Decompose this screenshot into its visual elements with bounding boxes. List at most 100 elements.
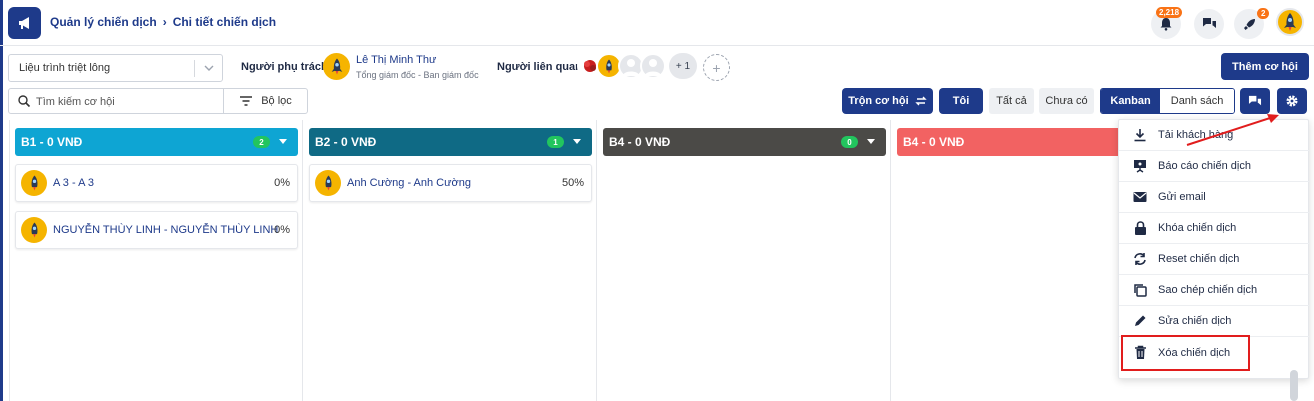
breadcrumb-current: Chi tiết chiến dịch	[172, 15, 277, 29]
annotation-arrow-icon	[1186, 114, 1279, 146]
breadcrumb: Quản lý chiến dịch › Chi tiết chiến dịch	[50, 15, 276, 29]
column-header-b2[interactable]: B2 - 0 VNĐ 1	[309, 128, 592, 156]
unassigned-filter-button[interactable]: Chưa có	[1039, 88, 1094, 114]
column-divider	[302, 120, 303, 401]
rocket-avatar-icon	[1284, 13, 1296, 31]
chat-icon	[1202, 18, 1216, 28]
rocket-badge: 2	[1257, 8, 1270, 19]
menu-item-label: Sao chép chiến dịch	[1158, 284, 1258, 296]
menu-item-reset-campaign[interactable]: Reset chiến dịch	[1119, 244, 1310, 275]
bell-icon	[1160, 18, 1172, 31]
caret-down-icon[interactable]	[279, 139, 287, 145]
column-title: B4 - 0 VNĐ	[903, 135, 965, 149]
menu-item-edit-campaign[interactable]: Sửa chiến dịch	[1119, 306, 1310, 337]
copy-icon	[1134, 284, 1147, 297]
filter-button[interactable]: Bộ lọc	[223, 88, 308, 114]
column-divider	[9, 120, 10, 401]
rocket-icon	[1243, 18, 1255, 30]
column-count-badge: 1	[547, 136, 564, 148]
caret-down-icon[interactable]	[573, 139, 581, 145]
chevron-right-icon: ›	[162, 15, 167, 29]
menu-item-label: Báo cáo chiến dịch	[1158, 160, 1251, 172]
owner-label: Người phụ trách	[241, 61, 328, 73]
opportunity-card[interactable]: A 3 - A 3 0%	[15, 164, 298, 202]
rocket-avatar-icon	[31, 222, 37, 238]
column-header-b4-second[interactable]: B4 - 0 VNĐ	[897, 128, 1118, 156]
filter-label: Bộ lọc	[261, 95, 292, 107]
card-percent: 0%	[274, 224, 290, 236]
gear-icon	[1286, 95, 1298, 107]
search-icon	[18, 95, 31, 108]
card-name[interactable]: A 3 - A 3	[53, 177, 94, 189]
menu-item-campaign-report[interactable]: Báo cáo chiến dịch	[1119, 151, 1310, 182]
rocket-avatar-icon	[325, 175, 331, 191]
reset-icon	[1134, 253, 1146, 265]
user-avatar[interactable]	[1276, 8, 1304, 36]
column-header-b1[interactable]: B1 - 0 VNĐ 2	[15, 128, 298, 156]
related-avatar-4[interactable]	[640, 53, 666, 79]
left-rail	[0, 0, 3, 401]
presentation-icon	[1134, 160, 1146, 173]
card-name[interactable]: Anh Cường - Anh Cường	[347, 177, 471, 189]
person-placeholder-icon	[623, 59, 639, 76]
search-input[interactable]	[36, 93, 216, 110]
menu-item-label: Sửa chiến dịch	[1158, 315, 1232, 327]
opportunity-card[interactable]: NGUYỄN THÙY LINH - NGUYỄN THÙY LINH 0%	[15, 211, 298, 249]
merge-opportunity-button[interactable]: Trộn cơ hội	[842, 88, 933, 114]
column-header-b4[interactable]: B4 - 0 VNĐ 0	[603, 128, 886, 156]
swap-arrows-icon	[914, 96, 927, 106]
search-box	[8, 88, 224, 114]
email-icon	[1133, 192, 1147, 202]
mine-filter-button[interactable]: Tôi	[939, 88, 983, 114]
lock-icon	[1134, 220, 1146, 235]
menu-item-label: Reset chiến dịch	[1158, 253, 1240, 265]
related-label: Người liên quan	[497, 61, 582, 73]
merge-opportunity-label: Trộn cơ hội	[848, 95, 909, 107]
filter-icon	[240, 96, 253, 106]
menu-item-copy-campaign[interactable]: Sao chép chiến dịch	[1119, 275, 1310, 306]
column-count-badge: 2	[253, 136, 270, 148]
card-percent: 50%	[561, 177, 584, 189]
campaign-home-button[interactable]	[8, 7, 41, 39]
menu-item-send-email[interactable]: Gửi email	[1119, 182, 1310, 213]
scrollbar-thumb[interactable]	[1290, 370, 1298, 401]
card-percent: 0%	[274, 177, 290, 189]
chat-button[interactable]	[1194, 9, 1224, 39]
owner-title: Tổng giám đốc - Ban giám đốc	[356, 70, 479, 80]
person-placeholder-icon	[645, 59, 661, 76]
breadcrumb-parent[interactable]: Quản lý chiến dịch	[50, 15, 157, 29]
card-avatar	[21, 217, 47, 243]
card-avatar	[21, 170, 47, 196]
all-filter-button[interactable]: Tất cả	[989, 88, 1034, 114]
column-title: B4 - 0 VNĐ	[609, 135, 671, 149]
chevron-down-icon	[204, 65, 214, 71]
card-avatar	[315, 170, 341, 196]
column-divider	[596, 120, 597, 401]
column-count-badge: 0	[841, 136, 858, 148]
menu-item-label: Gửi email	[1158, 191, 1206, 203]
opportunity-card[interactable]: Anh Cường - Anh Cường 50%	[309, 164, 592, 202]
caret-down-icon[interactable]	[867, 139, 875, 145]
owner-avatar[interactable]	[323, 53, 350, 80]
pipeline-select[interactable]: Liệu trình triệt lông	[8, 54, 223, 82]
column-divider	[890, 120, 891, 401]
pencil-icon	[1135, 315, 1146, 326]
download-icon	[1134, 129, 1146, 142]
notification-badge: 2,218	[1156, 7, 1183, 18]
menu-item-lock-campaign[interactable]: Khóa chiến dịch	[1119, 213, 1310, 244]
owner-name[interactable]: Lê Thị Minh Thư	[356, 54, 436, 66]
add-related-button[interactable]: +	[703, 54, 730, 81]
megaphone-icon	[18, 17, 29, 29]
chat-icon	[1248, 95, 1262, 105]
column-title: B2 - 0 VNĐ	[315, 135, 377, 149]
rocket-avatar-icon	[606, 59, 612, 73]
delete-highlight-box	[1121, 335, 1250, 371]
top-header: Quản lý chiến dịch › Chi tiết chiến dịch…	[0, 0, 1314, 46]
add-opportunity-button[interactable]: Thêm cơ hội	[1221, 53, 1309, 80]
kanban-view-button[interactable]: Kanban	[1101, 89, 1161, 113]
related-more-count[interactable]: + 1	[669, 53, 697, 79]
pipeline-select-value: Liệu trình triệt lông	[19, 62, 111, 74]
select-divider	[194, 60, 195, 77]
card-name[interactable]: NGUYỄN THÙY LINH - NGUYỄN THÙY LINH	[53, 224, 278, 236]
rocket-avatar-icon	[331, 58, 342, 75]
